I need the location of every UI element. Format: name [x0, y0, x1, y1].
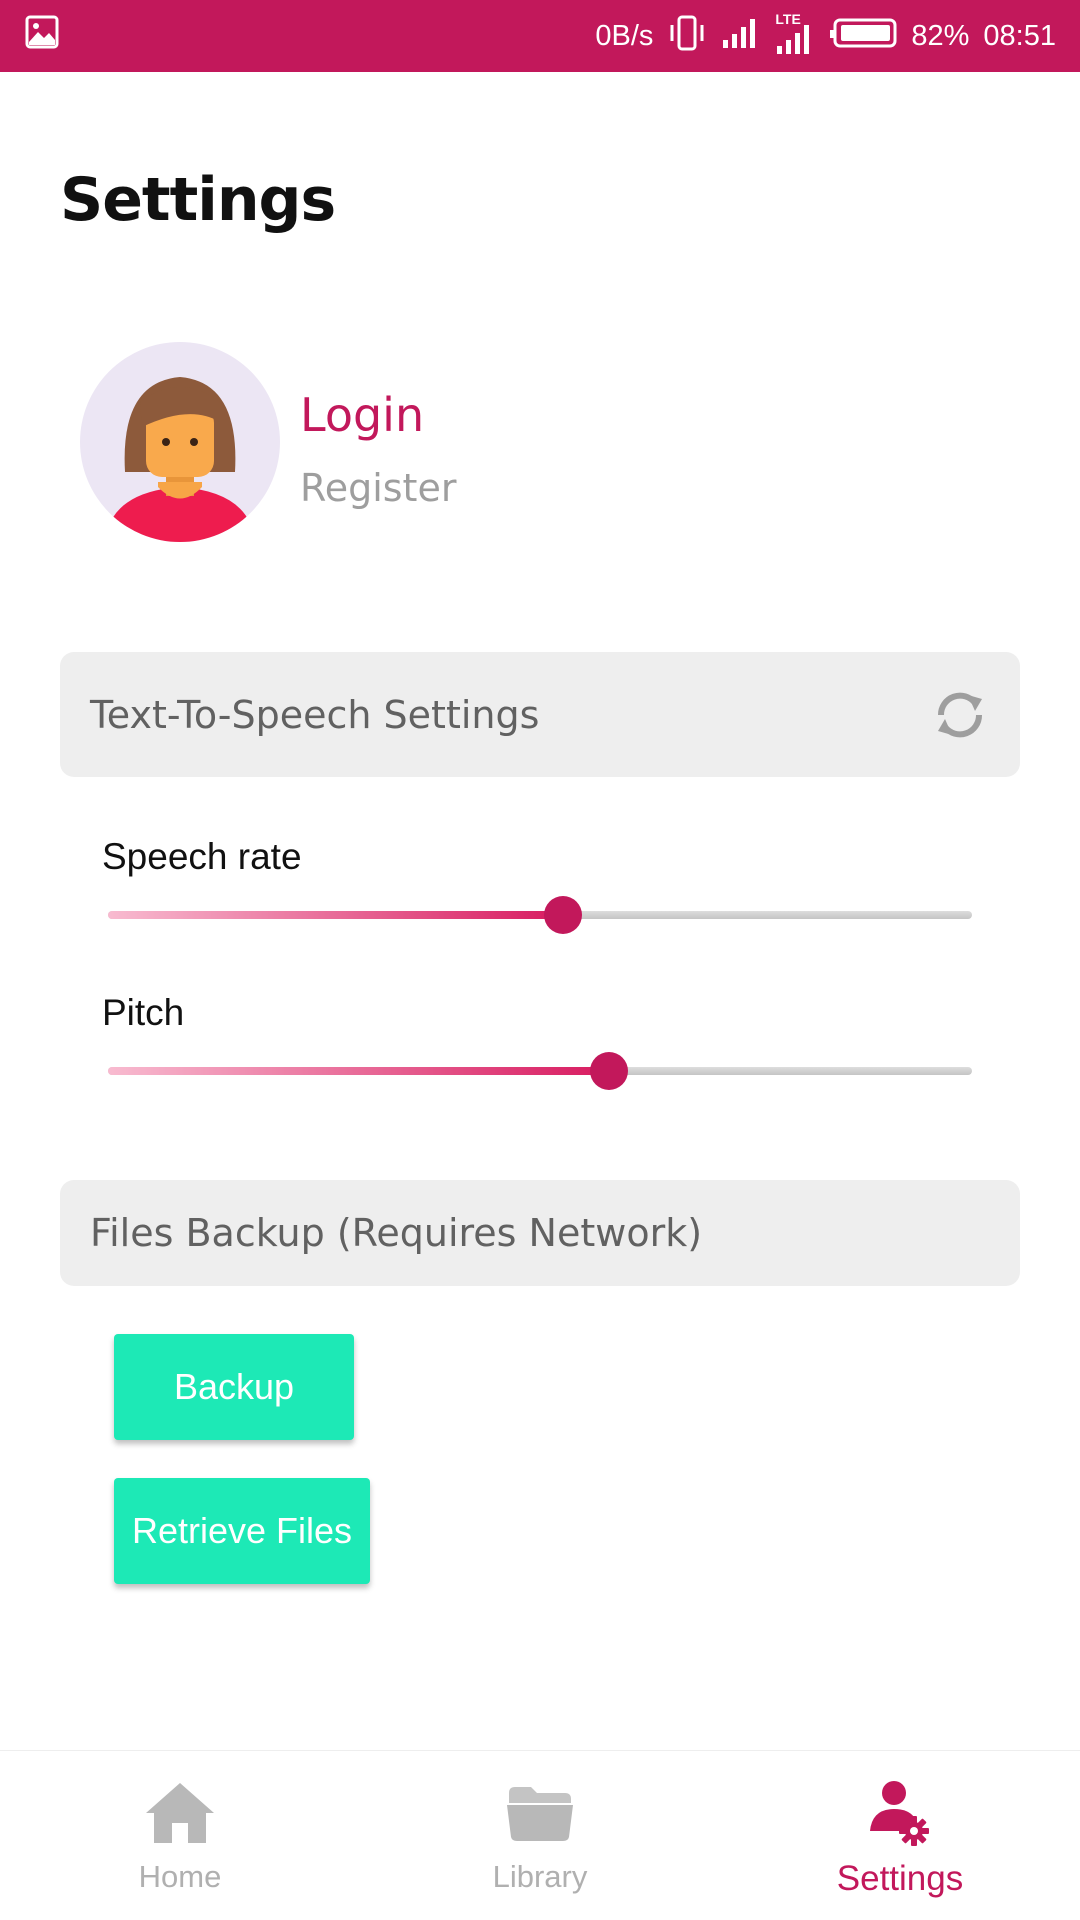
speech-rate-label: Speech rate [102, 836, 302, 877]
net-speed: 0B/s [595, 19, 654, 52]
nav-label-library: Library [492, 1859, 588, 1894]
status-bar: 0B/s LTE 82% 08:51 [0, 0, 1080, 72]
refresh-icon[interactable] [930, 685, 990, 745]
image-icon [24, 14, 60, 58]
slider-thumb[interactable] [544, 896, 583, 934]
user-settings-icon [860, 1775, 940, 1851]
pitch-slider[interactable] [108, 1051, 972, 1091]
female-avatar-icon[interactable] [80, 342, 280, 542]
home-icon [140, 1775, 220, 1851]
bottom-navigation: Home Library Settings [0, 1750, 1080, 1920]
retrieve-files-button[interactable]: Retrieve Files [114, 1478, 370, 1584]
vibrate-icon [667, 15, 707, 57]
folder-icon [500, 1775, 580, 1851]
nav-item-home[interactable]: Home [0, 1751, 360, 1920]
files-backup-title: Files Backup (Requires Network) [90, 1211, 703, 1255]
slider-thumb[interactable] [590, 1052, 629, 1090]
nav-item-library[interactable]: Library [360, 1751, 720, 1920]
tts-settings-header: Text-To-Speech Settings [60, 652, 1020, 777]
lte-signal-icon: LTE [775, 12, 815, 56]
page-title: Settings [60, 165, 336, 235]
slider-fill [108, 911, 564, 919]
backup-button[interactable]: Backup [114, 1334, 354, 1440]
battery-icon [829, 17, 897, 55]
pitch-label: Pitch [102, 992, 185, 1033]
slider-fill [108, 1067, 610, 1075]
login-link[interactable]: Login [300, 388, 424, 442]
nav-label-settings: Settings [836, 1859, 964, 1898]
speech-rate-slider[interactable] [108, 895, 972, 935]
signal-icon [721, 16, 761, 56]
battery-percent: 82% [911, 19, 970, 52]
files-backup-header: Files Backup (Requires Network) [60, 1180, 1020, 1286]
clock: 08:51 [983, 19, 1056, 52]
nav-item-settings[interactable]: Settings [720, 1751, 1080, 1920]
register-link[interactable]: Register [300, 466, 456, 510]
nav-label-home: Home [138, 1859, 222, 1894]
tts-settings-title: Text-To-Speech Settings [90, 692, 540, 737]
